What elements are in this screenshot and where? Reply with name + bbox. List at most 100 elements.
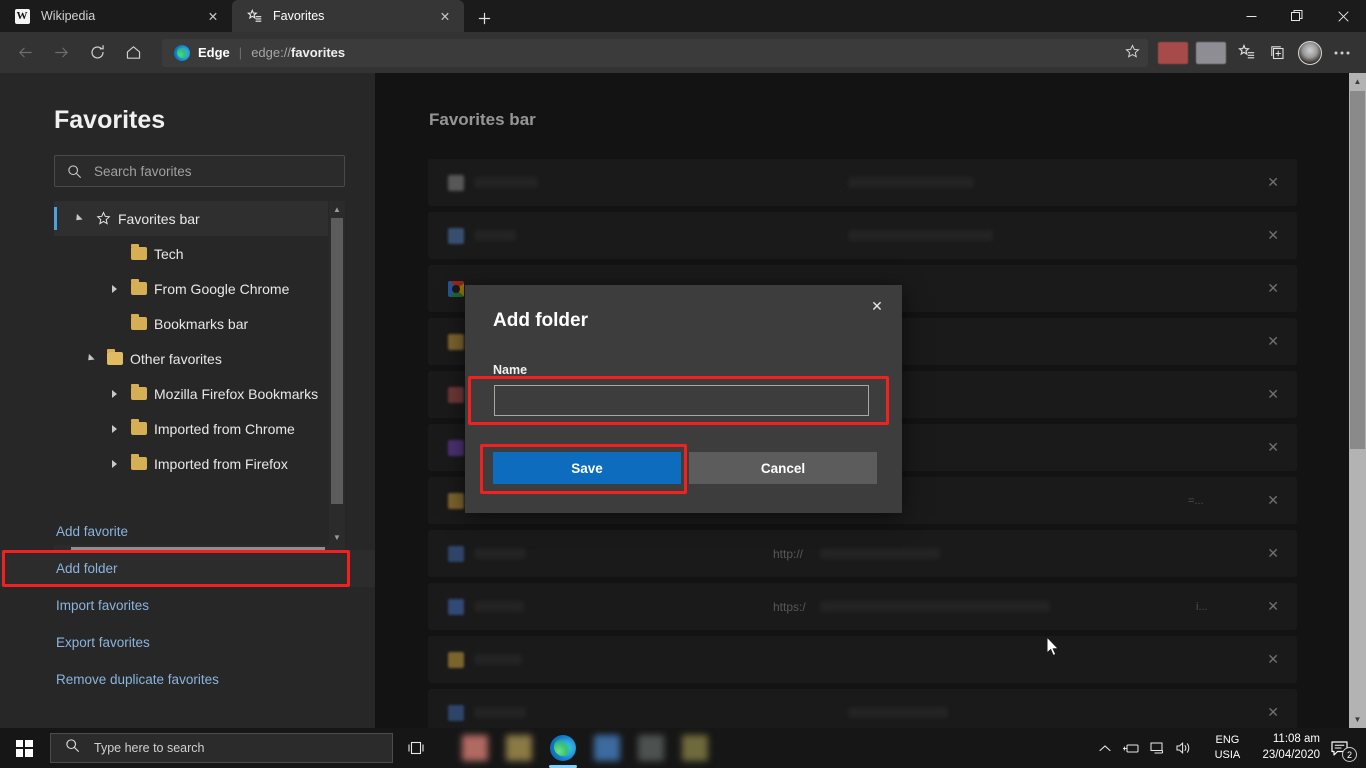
maximize-button[interactable] [1274, 0, 1320, 32]
tree-item-from-google-chrome[interactable]: From Google Chrome [54, 271, 328, 306]
browser-tab-wikipedia[interactable]: W Wikipedia ✕ [0, 0, 232, 32]
taskbar-app-redacted-4[interactable] [629, 728, 673, 768]
bookmark-star-icon[interactable] [1125, 43, 1140, 62]
sidebar-actions: Add favorite Add folder Import favorites… [0, 513, 375, 698]
minimize-button[interactable] [1228, 0, 1274, 32]
tree-item-favorites-bar[interactable]: Favorites bar [54, 201, 328, 236]
sidebar-action-remove-duplicate-favorites[interactable]: Remove duplicate favorites [0, 661, 375, 698]
sidebar-action-export-favorites[interactable]: Export favorites [0, 624, 375, 661]
search-favorites-input[interactable]: Search favorites [54, 155, 345, 187]
chevron-up-icon[interactable] [1092, 728, 1118, 768]
notification-count-badge: 2 [1342, 747, 1357, 762]
scrollbar-thumb[interactable] [331, 218, 343, 504]
refresh-button[interactable] [80, 36, 114, 70]
sidebar-action-import-favorites[interactable]: Import favorites [0, 587, 375, 624]
collections-icon[interactable] [1262, 37, 1294, 69]
scrollbar-thumb[interactable] [1350, 91, 1365, 449]
windows-taskbar: Type here to search ENG USIA 11:08 am 23… [0, 728, 1366, 768]
page-vertical-scrollbar[interactable]: ▲ ▼ [1349, 73, 1366, 728]
chevron-down-icon[interactable] [78, 353, 102, 364]
taskbar-search-input[interactable]: Type here to search [50, 733, 393, 763]
address-bar[interactable]: Edge | edge://favorites [162, 38, 1148, 67]
search-placeholder: Search favorites [94, 163, 192, 179]
home-button[interactable] [116, 36, 150, 70]
tree-item-tech[interactable]: Tech [54, 236, 328, 271]
taskbar-app-redacted-2[interactable] [497, 728, 541, 768]
cancel-button[interactable]: Cancel [689, 452, 877, 484]
omnibox-url-scheme: edge:// [251, 45, 291, 60]
folder-icon [126, 314, 152, 330]
profile-avatar[interactable] [1294, 37, 1326, 69]
save-button[interactable]: Save [493, 452, 681, 484]
tree-item-mozilla-firefox-bookmarks[interactable]: Mozilla Firefox Bookmarks [54, 376, 328, 411]
chevron-right-icon[interactable] [102, 459, 126, 468]
close-icon[interactable]: ✕ [864, 293, 890, 319]
favorites-icon[interactable] [1230, 37, 1262, 69]
language-line-1: ENG [1215, 733, 1240, 746]
favorites-sidebar: Favorites Search favorites Favorites bar [0, 73, 375, 728]
close-icon[interactable]: ✕ [434, 5, 456, 27]
favorites-main-panel: Favorites bar ✕ ✕ ✕ ✕ ✕ ✕ =... ✕ http://… [375, 73, 1349, 736]
tree-item-label: Other favorites [130, 350, 222, 367]
settings-and-more-icon[interactable] [1326, 37, 1358, 69]
tree-item-label: Imported from Firefox [154, 455, 288, 472]
tree-item-imported-from-firefox[interactable]: Imported from Firefox [54, 446, 328, 481]
tree-item-imported-from-chrome[interactable]: Imported from Chrome [54, 411, 328, 446]
browser-tab-favorites[interactable]: Favorites ✕ [232, 0, 464, 32]
close-window-button[interactable] [1320, 0, 1366, 32]
tree-item-label: Mozilla Firefox Bookmarks [154, 385, 319, 402]
wikipedia-icon: W [14, 8, 30, 24]
chevron-right-icon[interactable] [102, 424, 126, 433]
taskbar-app-redacted-5[interactable] [673, 728, 717, 768]
tree-item-label: From Google Chrome [154, 280, 290, 297]
back-button[interactable] [8, 36, 42, 70]
name-field-label: Name [493, 363, 528, 377]
sidebar-action-add-folder[interactable]: Add folder [0, 550, 375, 587]
task-view-icon[interactable] [393, 728, 439, 768]
windows-start-icon[interactable] [0, 728, 48, 768]
toolbar-extension-redacted-1[interactable] [1158, 41, 1188, 64]
sidebar-action-label: Remove duplicate favorites [56, 672, 219, 687]
notifications-icon[interactable]: 2 [1320, 728, 1360, 768]
network-icon[interactable] [1144, 728, 1170, 768]
taskbar-app-edge[interactable] [541, 728, 585, 768]
language-line-2: USIA [1214, 749, 1241, 761]
toolbar-extension-redacted-2[interactable] [1196, 41, 1226, 64]
chevron-right-icon[interactable] [102, 284, 126, 293]
search-icon [67, 164, 82, 179]
browser-toolbar: Edge | edge://favorites [0, 32, 1366, 73]
folder-icon [126, 454, 152, 470]
taskbar-app-redacted-3[interactable] [585, 728, 629, 768]
sidebar-action-label: Export favorites [56, 635, 150, 650]
folder-open-icon [102, 349, 128, 365]
language-indicator[interactable]: ENG USIA [1204, 728, 1250, 768]
clock-date: 23/04/2020 [1262, 749, 1320, 761]
favorites-star-list-icon [246, 8, 262, 24]
tab-title: Favorites [273, 9, 325, 23]
chevron-right-icon[interactable] [102, 389, 126, 398]
tab-title: Wikipedia [41, 9, 96, 23]
new-tab-button[interactable] [468, 4, 500, 32]
tree-item-bookmarks-bar[interactable]: Bookmarks bar [54, 306, 328, 341]
close-icon[interactable]: ✕ [202, 5, 224, 27]
sidebar-action-label: Import favorites [56, 598, 150, 613]
scroll-up-arrow-icon[interactable]: ▲ [329, 201, 345, 217]
tree-vertical-scrollbar[interactable]: ▲ ▼ [329, 201, 345, 545]
mouse-cursor [1046, 635, 1060, 657]
search-icon [65, 738, 80, 758]
hardware-safe-removal-icon[interactable] [1118, 728, 1144, 768]
forward-button[interactable] [44, 36, 78, 70]
clock[interactable]: 11:08 am 23/04/2020 [1262, 728, 1320, 768]
scroll-up-arrow-icon[interactable]: ▲ [1349, 73, 1366, 90]
taskbar-search-placeholder: Type here to search [94, 741, 205, 755]
tree-item-other-favorites[interactable]: Other favorites [54, 341, 328, 376]
sidebar-action-add-favorite[interactable]: Add favorite [0, 513, 375, 550]
volume-icon[interactable] [1170, 728, 1196, 768]
taskbar-app-buttons [453, 728, 717, 768]
tree-item-label: Imported from Chrome [154, 420, 295, 437]
favorites-page: Favorites Search favorites Favorites bar [0, 73, 1366, 736]
chevron-down-icon[interactable] [66, 213, 90, 224]
folder-name-input[interactable] [494, 385, 869, 416]
taskbar-app-redacted-1[interactable] [453, 728, 497, 768]
scroll-down-arrow-icon[interactable]: ▼ [1349, 711, 1366, 728]
